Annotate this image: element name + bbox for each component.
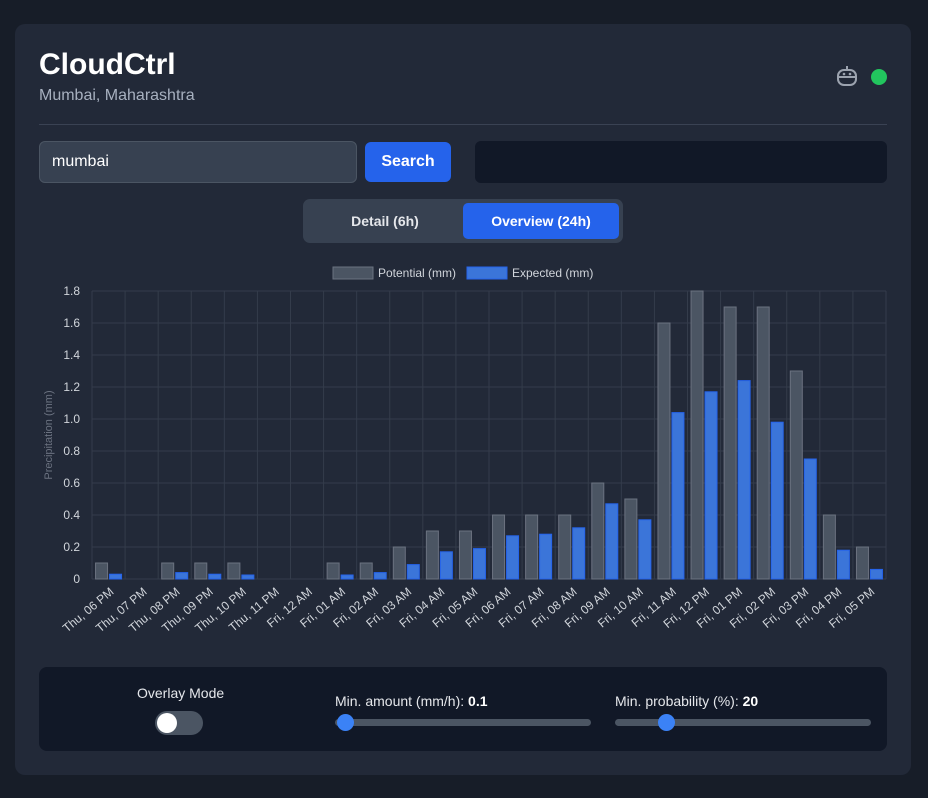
expected-bar bbox=[175, 572, 189, 580]
potential-bar bbox=[723, 306, 737, 580]
tab-detail[interactable]: Detail (6h) bbox=[307, 203, 463, 239]
toggle-knob bbox=[157, 713, 177, 733]
y-tick-label: 1.2 bbox=[63, 380, 80, 394]
potential-bar bbox=[591, 482, 605, 580]
controls-panel: Overlay Mode Min. amount (mm/h): 0.1 Min… bbox=[39, 667, 887, 751]
potential-bar bbox=[95, 562, 109, 580]
expected-bar bbox=[770, 421, 784, 580]
potential-bar bbox=[425, 530, 439, 580]
potential-bar bbox=[525, 514, 539, 580]
expected-bar bbox=[340, 574, 354, 580]
expected-bar bbox=[439, 551, 453, 580]
y-tick-label: 0 bbox=[73, 572, 80, 586]
min-probability-slider[interactable] bbox=[615, 714, 871, 731]
tab-overview[interactable]: Overview (24h) bbox=[463, 203, 619, 239]
potential-bar bbox=[624, 498, 638, 580]
potential-bar bbox=[789, 370, 803, 580]
overlay-mode-label: Overlay Mode bbox=[137, 685, 225, 701]
legend-swatch-potential bbox=[332, 266, 374, 280]
app-title: CloudCtrl bbox=[39, 48, 176, 81]
potential-bar bbox=[492, 514, 506, 580]
min-amount-slider-thumb[interactable] bbox=[337, 714, 355, 731]
search-result-box bbox=[475, 141, 887, 183]
potential-bar bbox=[392, 546, 406, 580]
expected-bar bbox=[638, 519, 652, 580]
expected-bar bbox=[704, 391, 718, 580]
robot-icon[interactable] bbox=[836, 65, 858, 89]
potential-bar bbox=[161, 562, 175, 580]
legend-label-expected: Expected (mm) bbox=[512, 266, 593, 280]
y-tick-label: 1.8 bbox=[63, 284, 80, 298]
expected-bar bbox=[241, 574, 255, 580]
expected-bar bbox=[373, 572, 387, 580]
expected-bar bbox=[208, 573, 222, 580]
potential-bar bbox=[558, 514, 572, 580]
y-tick-label: 0.8 bbox=[63, 444, 80, 458]
main-card: CloudCtrl Mumbai, Maharashtra Search Det… bbox=[15, 24, 911, 775]
min-probability-text: Min. probability (%): bbox=[615, 693, 739, 709]
potential-bar bbox=[458, 530, 472, 580]
expected-bar bbox=[406, 564, 420, 580]
potential-bar bbox=[690, 290, 704, 580]
overlay-mode-toggle[interactable] bbox=[155, 711, 203, 735]
legend-swatch-expected bbox=[466, 266, 508, 280]
min-probability-value: 20 bbox=[742, 693, 759, 709]
potential-bar bbox=[194, 562, 208, 580]
potential-bar bbox=[756, 306, 770, 580]
potential-bar bbox=[657, 322, 671, 580]
search-input[interactable] bbox=[39, 141, 357, 183]
header-divider bbox=[39, 124, 887, 125]
expected-bar bbox=[605, 503, 619, 580]
min-probability-slider-thumb[interactable] bbox=[658, 714, 676, 731]
y-tick-label: 0.6 bbox=[63, 476, 80, 490]
expected-bar bbox=[737, 380, 751, 580]
potential-bar bbox=[855, 546, 869, 580]
search-button[interactable]: Search bbox=[365, 142, 451, 182]
expected-bar bbox=[671, 412, 685, 580]
y-tick-label: 0.2 bbox=[63, 540, 80, 554]
y-tick-label: 1.4 bbox=[63, 348, 80, 362]
y-tick-label: 0.4 bbox=[63, 508, 80, 522]
y-tick-label: 1.6 bbox=[63, 316, 80, 330]
location-subtitle: Mumbai, Maharashtra bbox=[39, 87, 195, 104]
potential-bar bbox=[326, 562, 340, 580]
expected-bar bbox=[506, 535, 520, 580]
expected-bar bbox=[539, 533, 553, 580]
expected-bar bbox=[869, 568, 883, 580]
min-amount-text: Min. amount (mm/h): bbox=[335, 693, 465, 709]
min-amount-label: Min. amount (mm/h): 0.1 bbox=[335, 693, 488, 709]
status-indicator bbox=[871, 69, 887, 85]
view-tabs: Detail (6h) Overview (24h) bbox=[303, 199, 623, 243]
y-tick-label: 1.0 bbox=[63, 412, 80, 426]
legend-label-potential: Potential (mm) bbox=[378, 266, 456, 280]
expected-bar bbox=[803, 458, 817, 580]
min-amount-slider[interactable] bbox=[335, 714, 591, 731]
y-axis-label: Precipitation (mm) bbox=[43, 390, 55, 479]
expected-bar bbox=[109, 573, 123, 580]
expected-bar bbox=[836, 549, 850, 580]
potential-bar bbox=[227, 562, 241, 580]
precipitation-chart: 0 0.2 0.4 0.6 0.8 1.0 1.2 1.4 1.6 1.8 Precipitatio… bbox=[43, 266, 887, 635]
min-probability-label: Min. probability (%): 20 bbox=[615, 693, 758, 709]
potential-bar bbox=[359, 562, 373, 580]
potential-bar bbox=[822, 514, 836, 580]
min-amount-value: 0.1 bbox=[468, 693, 488, 709]
expected-bar bbox=[472, 548, 486, 580]
expected-bar bbox=[572, 527, 586, 580]
